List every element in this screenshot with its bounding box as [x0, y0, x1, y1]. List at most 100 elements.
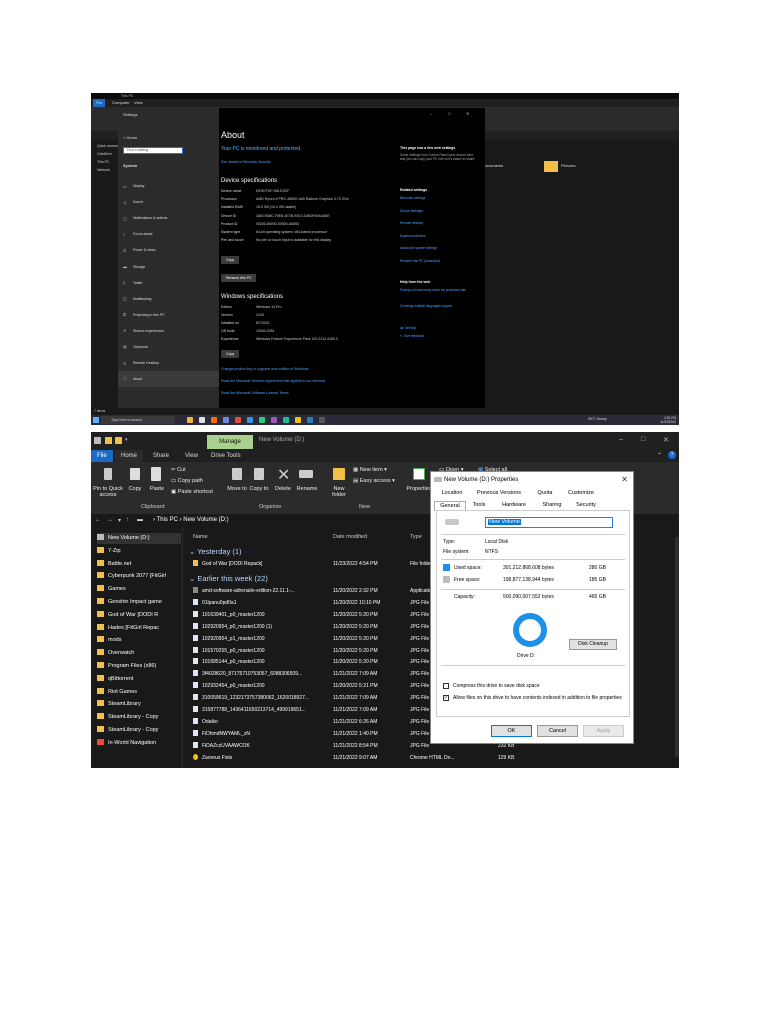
column-name[interactable]: Name — [193, 534, 208, 540]
tab-tools[interactable]: Tools — [467, 501, 491, 510]
product-key-link[interactable]: Change product key or upgrade your editi… — [221, 367, 308, 371]
firefox-icon[interactable] — [211, 417, 217, 423]
settings-menu-item[interactable]: ⎚ Projecting to this PC — [118, 307, 219, 323]
table-row[interactable]: Zaoreus Fists 11/21/2022 9:07 AM Chrome HT… — [193, 753, 653, 764]
tab-previous-versions[interactable]: Previous Versions — [470, 489, 528, 498]
file-explorer-icon[interactable] — [187, 417, 193, 423]
volume-name-input[interactable]: New Volume — [485, 517, 613, 528]
tab-quota[interactable]: Quota — [530, 489, 560, 498]
quick-access-properties-icon[interactable] — [105, 437, 112, 444]
settings-home[interactable]: ⌂ Home — [123, 135, 137, 140]
up-icon[interactable]: ↑ — [126, 517, 129, 523]
help-link-cores[interactable]: Finding out how many cores my processor … — [400, 288, 470, 292]
nav-item-folder[interactable]: mods — [97, 635, 181, 646]
edge-icon[interactable] — [247, 417, 253, 423]
back-icon[interactable]: ← — [95, 517, 101, 523]
maximize-icon[interactable]: □ — [641, 436, 645, 443]
give-feedback-link[interactable]: ✎ Give feedback — [400, 334, 424, 338]
settings-menu-item[interactable]: ✕ Shared experiences — [118, 323, 219, 339]
breadcrumb-drive[interactable]: New Volume (D:) — [183, 517, 228, 523]
help-icon[interactable]: ? — [668, 451, 676, 459]
related-setting-link[interactable]: Remote desktop — [400, 221, 423, 225]
see-details-link[interactable]: See details in Windows Security — [221, 160, 271, 164]
scrollbar[interactable] — [675, 537, 679, 757]
apply-button[interactable]: Apply — [583, 725, 624, 737]
tab-location[interactable]: Location — [436, 489, 468, 498]
folder-label-documents[interactable]: Documents — [483, 163, 503, 168]
services-agreement-link[interactable]: Read the Microsoft Services Agreement th… — [221, 379, 325, 383]
app-icon-3[interactable] — [283, 417, 289, 423]
close-icon[interactable]: ✕ — [663, 436, 669, 444]
folder-icon[interactable] — [544, 161, 558, 172]
settings-search-input[interactable]: Find a setting — [123, 147, 183, 154]
nav-item-folder[interactable]: SteamLibrary — [97, 699, 181, 710]
rename-button[interactable]: Rename — [295, 486, 319, 492]
settings-menu-item[interactable]: ▯ Tablet — [118, 275, 219, 291]
vscode-icon[interactable] — [307, 417, 313, 423]
minimize-icon[interactable]: – — [619, 436, 623, 443]
forward-icon[interactable]: → — [107, 517, 113, 523]
easy-access-button[interactable]: ▤ Easy access ▾ — [353, 478, 395, 484]
nav-item-folder[interactable]: qBittorrent — [97, 674, 181, 685]
related-setting-link[interactable]: Advanced system settings — [400, 246, 437, 250]
copy-button-2[interactable]: Copy — [221, 350, 240, 358]
settings-menu-item[interactable]: ◁ Sound — [118, 194, 219, 210]
copy-path-button[interactable]: ▭ Copy path — [171, 478, 203, 484]
nav-item-folder[interactable]: Hades [FitGirl Repac — [97, 623, 181, 634]
copy-to-button[interactable]: Copy to — [249, 486, 269, 492]
discord-icon[interactable] — [223, 417, 229, 423]
close-icon[interactable]: ✕ — [621, 475, 628, 484]
tab-hardware[interactable]: Hardware — [493, 501, 535, 510]
nav-item-folder[interactable]: Genshin Impact game — [97, 597, 181, 608]
nav-item-folder[interactable]: Battle.net — [97, 559, 181, 570]
spotify-icon[interactable] — [259, 417, 265, 423]
nav-item-folder[interactable]: Games — [97, 584, 181, 595]
app-icon[interactable] — [235, 417, 241, 423]
index-checkbox[interactable]: ✓ — [443, 695, 449, 701]
tab-file[interactable]: File — [93, 99, 106, 107]
tab-computer[interactable]: Computer — [109, 99, 133, 107]
tab-share[interactable]: Share — [147, 450, 175, 462]
nav-item-folder[interactable]: In-World Navigation — [97, 738, 181, 749]
quick-access-dropdown-icon[interactable]: ▾ — [125, 437, 129, 444]
settings-menu-item[interactable]: ▬ Storage — [118, 258, 219, 274]
tab-drive-tools[interactable]: Drive Tools — [205, 450, 247, 462]
copy-button[interactable]: Copy — [125, 486, 145, 492]
tab-manage[interactable]: Manage — [207, 435, 253, 449]
settings-menu-item[interactable]: ☾ Focus assist — [118, 226, 219, 242]
settings-menu-item[interactable]: ▤ Clipboard — [118, 339, 219, 355]
new-item-button[interactable]: ▦ New item ▾ — [353, 467, 387, 473]
cut-button[interactable]: ✂ Cut — [171, 467, 186, 473]
windows-start-icon[interactable] — [93, 417, 99, 423]
copy-button[interactable]: Copy — [221, 256, 240, 264]
column-type[interactable]: Type — [410, 534, 422, 540]
clock[interactable]: 2:30 PM 11/23/2022 — [660, 416, 676, 424]
quick-access-new-folder-icon[interactable] — [115, 437, 122, 444]
column-date[interactable]: Date modified — [333, 534, 367, 540]
nav-item-folder[interactable]: 7-Zip — [97, 546, 181, 557]
maximize-icon[interactable]: □ — [448, 111, 450, 116]
steam-icon[interactable] — [199, 417, 205, 423]
nav-item-folder[interactable]: Cyberpunk 2077 [FitGirl — [97, 571, 181, 582]
delete-button[interactable]: Delete — [271, 486, 295, 492]
tab-view[interactable]: View — [131, 99, 146, 107]
related-setting-link[interactable]: System protection — [400, 234, 426, 238]
weather-widget[interactable]: 39°C Sunny — [588, 417, 607, 421]
compress-checkbox[interactable] — [443, 683, 449, 689]
tab-file[interactable]: File — [91, 450, 113, 462]
breadcrumb-this-pc[interactable]: This PC — [157, 517, 178, 523]
group-earlier[interactable]: ⌄ Earlier this week (22) — [189, 574, 268, 583]
app-icon-2[interactable] — [271, 417, 277, 423]
minimize-icon[interactable]: – — [430, 111, 432, 116]
help-link-languages[interactable]: Checking multiple languages support — [400, 304, 452, 308]
recent-dropdown-icon[interactable]: ▾ — [118, 517, 121, 524]
cancel-button[interactable]: Cancel — [537, 725, 578, 737]
related-setting-link[interactable]: BitLocker settings — [400, 196, 425, 200]
related-setting-link[interactable]: Device Manager — [400, 209, 423, 213]
nav-item-drive[interactable]: New Volume (D:) — [97, 533, 181, 544]
tab-home[interactable]: Home — [115, 450, 144, 462]
taskbar-search-input[interactable]: Type here to search — [101, 416, 175, 424]
pin-quick-access-button[interactable]: Pin to Quick access — [91, 486, 125, 498]
disk-cleanup-button[interactable]: Disk Cleanup — [569, 639, 617, 650]
close-icon[interactable]: ✕ — [466, 111, 469, 116]
